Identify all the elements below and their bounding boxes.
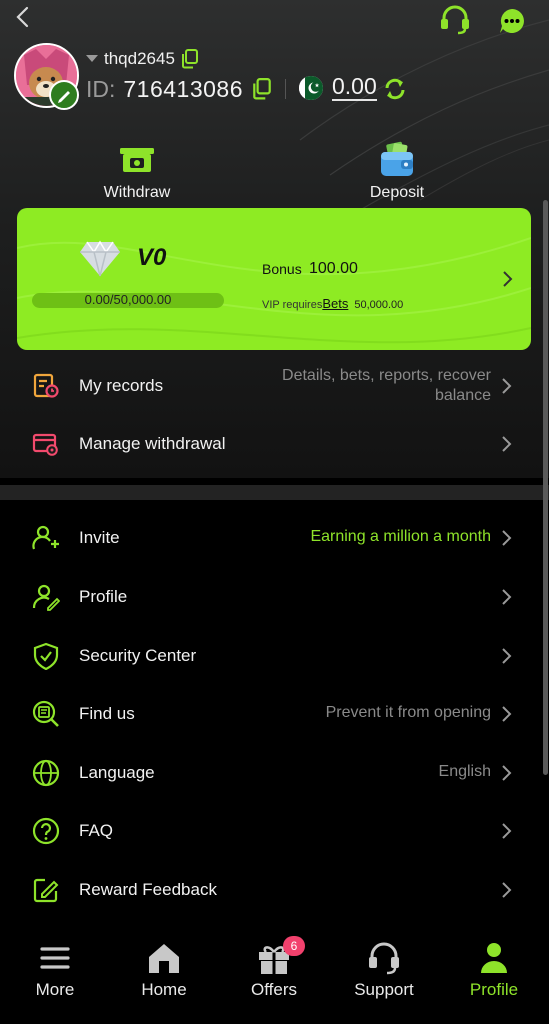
back-button[interactable] — [10, 4, 36, 30]
withdraw-label: Withdraw — [103, 184, 171, 201]
deposit-button[interactable]: Deposit — [337, 140, 457, 202]
bets-link[interactable]: Bets — [322, 296, 348, 311]
card-settings-icon — [32, 430, 60, 458]
requires-amount: 50,000.00 — [354, 299, 404, 311]
edit-avatar-button[interactable] — [49, 80, 79, 110]
menu-item-find-us[interactable]: Find us Prevent it from opening — [0, 688, 549, 740]
nav-label: More — [35, 980, 75, 999]
withdraw-icon — [117, 140, 157, 180]
menu-item-security-center[interactable]: Security Center — [0, 630, 549, 682]
headset-icon — [441, 5, 469, 35]
menu-item-profile[interactable]: Profile — [0, 571, 549, 623]
home-icon — [146, 940, 182, 976]
menu-value: Prevent it from opening — [325, 704, 491, 721]
refresh-icon — [385, 78, 405, 100]
chevron-right-icon — [500, 587, 514, 607]
copy-username-icon[interactable] — [181, 49, 199, 69]
vip-card[interactable]: V0 0.00/50,000.00 Bonus 100.00 VIP requi… — [17, 208, 531, 350]
refresh-balance-button[interactable] — [383, 77, 407, 101]
menu-value: Details, bets, reports, recover balance — [282, 366, 491, 406]
edit-icon — [32, 876, 60, 904]
menu-value: Earning a million a month — [310, 528, 491, 545]
diamond-icon — [79, 238, 121, 278]
username: thqd2645 — [104, 49, 175, 68]
user-icon — [476, 940, 512, 976]
menu-label: FAQ — [79, 821, 114, 840]
records-icon — [32, 372, 60, 400]
offers-badge: 6 — [283, 936, 305, 956]
section-divider — [0, 485, 549, 500]
nav-label: Profile — [469, 980, 519, 999]
chevron-right-icon — [500, 528, 514, 548]
menu-label: My records — [79, 376, 164, 395]
shield-icon — [32, 642, 60, 671]
divider — [285, 79, 286, 99]
menu-value-line-1: Details, bets, reports, recover — [282, 367, 491, 384]
profile-icon — [32, 583, 61, 611]
menu-item-my-records[interactable]: My records Details, bets, reports, recov… — [0, 362, 549, 410]
bottom-nav: More Home 6 Offers Support Profile — [0, 930, 549, 1024]
nav-label: Support — [354, 980, 414, 999]
menu-label: Find us — [79, 704, 135, 723]
chevron-right-icon — [500, 704, 514, 724]
chevron-right-icon — [500, 646, 514, 666]
headset-icon — [366, 940, 402, 976]
chevron-left-icon — [16, 6, 29, 28]
globe-icon — [32, 759, 60, 787]
bonus-value: 100.00 — [309, 260, 358, 277]
vip-progress-text: 0.00/50,000.00 — [84, 292, 172, 307]
invite-icon — [32, 524, 60, 552]
wallet-balance: 0.00 — [332, 73, 377, 101]
menu-item-invite[interactable]: Invite Earning a million a month — [0, 512, 549, 564]
requires-label: VIP requires — [262, 299, 323, 311]
menu-label: Language — [79, 763, 155, 782]
copy-id-icon[interactable] — [252, 78, 272, 100]
menu-label: Profile — [79, 587, 128, 606]
find-us-icon — [32, 700, 60, 728]
menu-icon — [37, 940, 73, 976]
chevron-right-icon — [500, 763, 514, 783]
nav-label: Offers — [251, 980, 297, 999]
withdraw-button[interactable]: Withdraw — [77, 140, 197, 202]
nav-offers[interactable]: 6 Offers — [224, 936, 324, 1000]
bonus-label: Bonus — [262, 261, 302, 277]
chevron-right-icon — [500, 880, 514, 900]
menu-item-reward-feedback[interactable]: Reward Feedback — [0, 864, 549, 916]
vip-level: V0 — [137, 244, 167, 271]
menu-label: Reward Feedback — [79, 880, 217, 899]
top-bar — [0, 0, 549, 40]
menu-item-manage-withdrawal[interactable]: Manage withdrawal — [0, 420, 549, 468]
chevron-right-icon — [500, 434, 514, 454]
menu-label: Invite — [79, 528, 120, 547]
id-label: ID: — [86, 75, 116, 102]
user-id: 716413086 — [123, 75, 244, 102]
username-row: thqd2645 — [86, 47, 199, 71]
menu-label: Manage withdrawal — [79, 434, 226, 453]
pakistan-flag-icon — [299, 76, 323, 100]
menu-value-line-2: balance — [434, 387, 491, 404]
nav-label: Home — [141, 980, 187, 999]
nav-more[interactable]: More — [5, 940, 105, 1000]
scrollbar[interactable] — [543, 200, 548, 775]
chat-bubble-icon — [500, 9, 524, 33]
nav-home[interactable]: Home — [114, 940, 214, 1000]
menu-value: English — [438, 763, 491, 780]
chevron-right-icon — [500, 376, 514, 396]
nav-profile[interactable]: Profile — [444, 940, 544, 1000]
user-id-row: ID: 716413086 — [86, 74, 272, 104]
question-icon — [32, 817, 60, 845]
menu-item-faq[interactable]: FAQ — [0, 805, 549, 857]
deposit-wallet-icon — [377, 140, 417, 180]
chat-button[interactable] — [497, 6, 527, 36]
caret-down-icon — [86, 55, 98, 62]
menu-label: Security Center — [79, 646, 197, 665]
menu-item-language[interactable]: Language English — [0, 747, 549, 799]
chevron-right-icon — [500, 821, 514, 841]
chevron-right-icon — [502, 270, 514, 288]
pencil-icon — [58, 91, 70, 103]
deposit-label: Deposit — [369, 184, 425, 201]
nav-support[interactable]: Support — [334, 940, 434, 1000]
vip-requirement: VIP requires Bets 50,000.00 — [262, 296, 403, 311]
customer-service-button[interactable] — [438, 5, 472, 35]
